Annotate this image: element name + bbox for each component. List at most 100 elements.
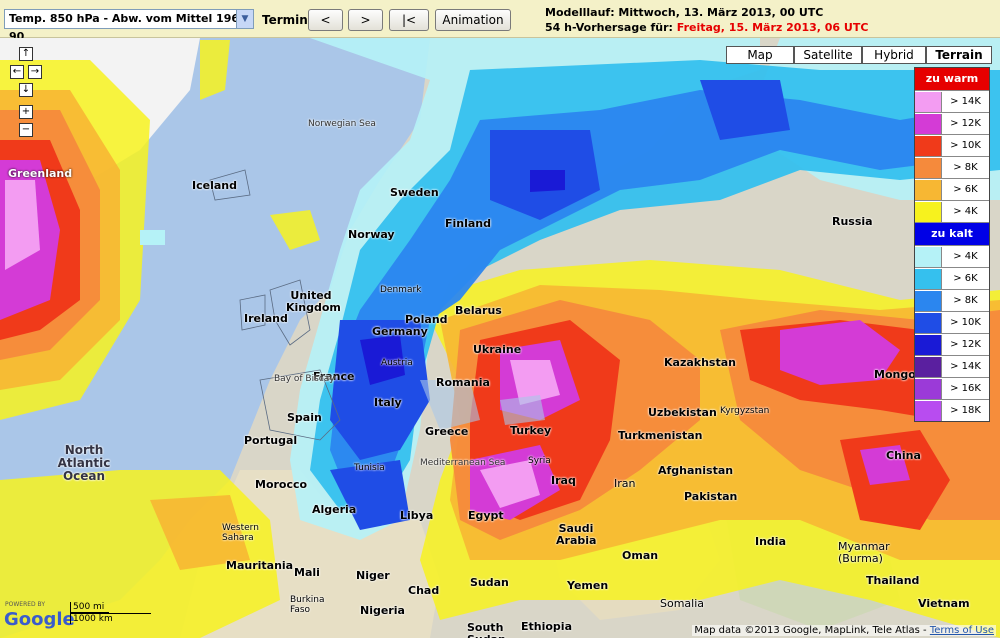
next-button[interactable]: > — [348, 9, 383, 31]
label-nigeria: Nigeria — [360, 604, 405, 617]
label-finland: Finland — [445, 217, 492, 230]
legend-value: > 4K — [953, 206, 978, 217]
scale-km: 1000 km — [70, 613, 151, 624]
label-uzbekistan: Uzbekistan — [648, 406, 717, 419]
label-mongolia: Mongo — [874, 368, 916, 381]
legend-value: > 12K — [950, 339, 981, 350]
label-afghanistan: Afghanistan — [658, 464, 734, 477]
label-norway: Norway — [348, 228, 395, 241]
legend-row-cold: > 16K — [915, 378, 989, 400]
legend-swatch — [915, 91, 942, 112]
label-mali: Mali — [294, 566, 320, 579]
legend-row-cold: > 14K — [915, 356, 989, 378]
label-kazakhstan: Kazakhstan — [664, 356, 736, 369]
label-iraq: Iraq — [551, 474, 576, 487]
maptype-satellite-button[interactable]: Satellite — [794, 46, 862, 64]
legend-row-warm: > 4K — [915, 201, 989, 223]
chevron-down-icon[interactable]: ▼ — [236, 10, 253, 28]
label-algeria: Algeria — [312, 503, 357, 516]
zoom-out-icon[interactable]: − — [19, 123, 33, 137]
termin-label: Termin: — [262, 13, 313, 27]
label-turkmenistan: Turkmenistan — [618, 429, 703, 442]
forecast-line: 54 h-Vorhersage für: Freitag, 15. März 2… — [545, 20, 868, 35]
legend-swatch — [915, 312, 942, 333]
legend-value: > 4K — [953, 251, 978, 262]
legend-cold-header: zu kalt — [915, 223, 989, 246]
label-russia: Russia — [832, 215, 873, 228]
legend-row-cold: > 6K — [915, 268, 989, 290]
label-turkey: Turkey — [510, 424, 552, 437]
google-logo[interactable]: Google — [4, 609, 75, 630]
legend-value: > 8K — [953, 295, 978, 306]
legend-swatch — [915, 400, 942, 421]
legend-row-cold: > 8K — [915, 290, 989, 312]
label-pakistan: Pakistan — [684, 490, 738, 503]
label-niger: Niger — [356, 569, 390, 582]
legend-swatch — [915, 290, 942, 311]
powered-by-text: POWERED BY — [5, 601, 46, 608]
label-norwegian-sea: Norwegian Sea — [308, 119, 376, 129]
label-western-sahara: Western Sahara — [222, 523, 259, 543]
pan-down-icon[interactable]: ↓ — [19, 83, 33, 97]
legend-swatch — [915, 356, 942, 377]
scale-miles: 500 mi — [70, 602, 109, 613]
legend-warm-header: zu warm — [915, 68, 989, 91]
maptype-hybrid-button[interactable]: Hybrid — [862, 46, 926, 64]
label-kyrgyzstan: Kyrgyzstan — [720, 406, 770, 416]
legend-value: > 8K — [953, 162, 978, 173]
legend-swatch — [915, 334, 942, 355]
animation-button[interactable]: Animation — [435, 9, 511, 31]
label-burkina-faso: Burkina Faso — [290, 595, 325, 615]
label-sudan: Sudan — [470, 576, 509, 589]
forecast-valid-time: Freitag, 15. März 2013, 06 UTC — [676, 21, 869, 34]
label-saudi-arabia: Saudi Arabia — [556, 522, 597, 547]
top-toolbar: Temp. 850 hPa - Abw. vom Mittel 1961-90 … — [0, 0, 1000, 43]
temperature-legend: zu warm > 14K > 12K > 10K > 8K > 6K > 4K zu kal… — [914, 67, 990, 422]
label-austria: Austria — [381, 358, 413, 368]
pan-right-icon[interactable]: → — [28, 65, 42, 79]
product-select[interactable]: Temp. 850 hPa - Abw. vom Mittel 1961-90 … — [4, 9, 254, 43]
label-belarus: Belarus — [455, 304, 502, 317]
legend-row-warm: > 10K — [915, 135, 989, 157]
legend-swatch — [915, 268, 942, 289]
model-run-info: Modelllauf: Mittwoch, 13. März 2013, 00 … — [545, 5, 868, 35]
legend-value: > 6K — [953, 273, 978, 284]
label-iceland: Iceland — [192, 179, 237, 192]
pan-left-icon[interactable]: ← — [10, 65, 24, 79]
first-button[interactable]: |< — [389, 9, 429, 31]
label-sweden: Sweden — [390, 186, 439, 199]
attribution-text: Map data ©2013 Google, MapLink, Tele Atl… — [694, 625, 927, 636]
label-mediterranean: Mediterranean Sea — [420, 458, 506, 468]
legend-swatch — [915, 113, 942, 134]
label-ethiopia: Ethiopia — [521, 620, 572, 633]
maptype-terrain-button[interactable]: Terrain — [926, 46, 992, 64]
model-run-line: Modelllauf: Mittwoch, 13. März 2013, 00 … — [545, 6, 824, 19]
label-somalia: Somalia — [660, 597, 705, 610]
legend-value: > 12K — [950, 118, 981, 129]
maptype-map-button[interactable]: Map — [726, 46, 794, 64]
label-morocco: Morocco — [255, 478, 308, 491]
pan-up-icon[interactable]: ↑ — [19, 47, 33, 61]
legend-swatch — [915, 378, 942, 399]
label-egypt: Egypt — [468, 509, 504, 522]
map-attribution: Map data ©2013 Google, MapLink, Tele Atl… — [692, 625, 996, 636]
label-portugal: Portugal — [244, 434, 298, 447]
legend-value: > 10K — [950, 317, 981, 328]
legend-swatch — [915, 135, 942, 156]
forecast-prefix: 54 h-Vorhersage für: — [545, 21, 673, 34]
label-italy: Italy — [374, 396, 402, 409]
legend-value: > 16K — [950, 383, 981, 394]
map-canvas[interactable]: Map Satellite Hybrid Terrain ↑ ← → ↓ + −… — [0, 38, 1000, 638]
label-bay-of-biscay: Bay of Biscay — [274, 374, 335, 384]
label-libya: Libya — [400, 509, 434, 522]
label-syria: Syria — [528, 456, 551, 466]
label-spain: Spain — [287, 411, 322, 424]
legend-value: > 14K — [950, 361, 981, 372]
label-yemen: Yemen — [567, 579, 609, 592]
label-vietnam: Vietnam — [918, 597, 970, 610]
legend-row-warm: > 6K — [915, 179, 989, 201]
terms-of-use-link[interactable]: Terms of Use — [930, 625, 994, 636]
zoom-in-icon[interactable]: + — [19, 105, 33, 119]
prev-button[interactable]: < — [308, 9, 343, 31]
legend-value: > 14K — [950, 96, 981, 107]
